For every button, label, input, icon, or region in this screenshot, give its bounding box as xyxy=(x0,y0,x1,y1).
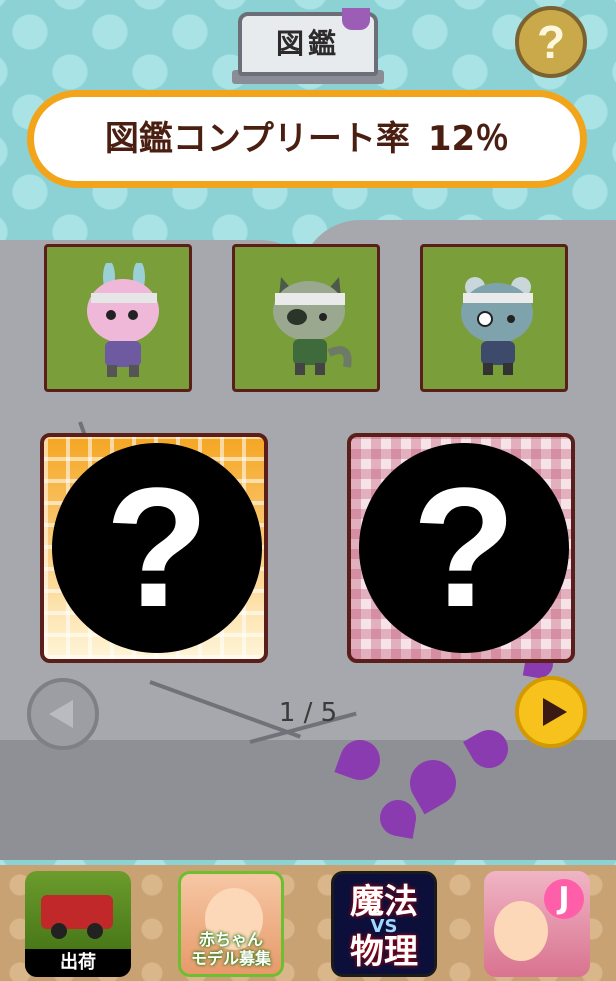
ad-label: 赤ちゃん モデル募集 xyxy=(190,930,271,968)
help-button[interactable]: ? xyxy=(515,6,587,78)
ad-truck-game[interactable]: 出荷 xyxy=(25,871,131,977)
bear-zombie-icon xyxy=(461,277,533,375)
collection-slot-2[interactable] xyxy=(232,244,380,392)
completion-rate: 12％ xyxy=(427,119,510,159)
prev-page-button[interactable] xyxy=(27,678,99,750)
ad-magic-vs-physics[interactable]: 魔法 VS 物理 xyxy=(331,871,437,977)
ad-label-bottom: 物理 xyxy=(350,932,418,972)
j-logo-icon: J xyxy=(544,879,584,919)
next-page-button[interactable] xyxy=(515,676,587,748)
completion-label: 図鑑コンプリート率 xyxy=(104,119,410,159)
ad-bar: 出荷 赤ちゃん モデル募集 魔法 VS 物理 J xyxy=(0,865,616,981)
ad-photo-app[interactable]: J xyxy=(484,871,590,977)
ad-baby-model[interactable]: 赤ちゃん モデル募集 xyxy=(178,871,284,977)
title-plaque: 図鑑 xyxy=(232,8,384,84)
completion-banner: 図鑑コンプリート率 12％ xyxy=(27,90,587,188)
bunny-zombie-icon xyxy=(87,263,159,377)
locked-slot-1[interactable]: ? xyxy=(40,433,268,663)
arrow-left-icon xyxy=(49,700,73,728)
collection-slot-1[interactable] xyxy=(44,244,192,392)
model-photo-icon xyxy=(494,901,548,961)
unknown-mark: ? xyxy=(52,443,262,653)
raccoon-zombie-icon xyxy=(273,277,352,375)
arrow-right-icon xyxy=(543,698,567,726)
page-title: 図鑑 xyxy=(275,27,340,60)
truck-icon xyxy=(41,895,113,939)
page-indicator: 1 / 5 xyxy=(278,698,338,728)
unknown-mark: ? xyxy=(359,443,569,653)
locked-slot-2[interactable]: ? xyxy=(347,433,575,663)
ad-label: 出荷 xyxy=(25,949,131,977)
collection-slot-3[interactable] xyxy=(420,244,568,392)
